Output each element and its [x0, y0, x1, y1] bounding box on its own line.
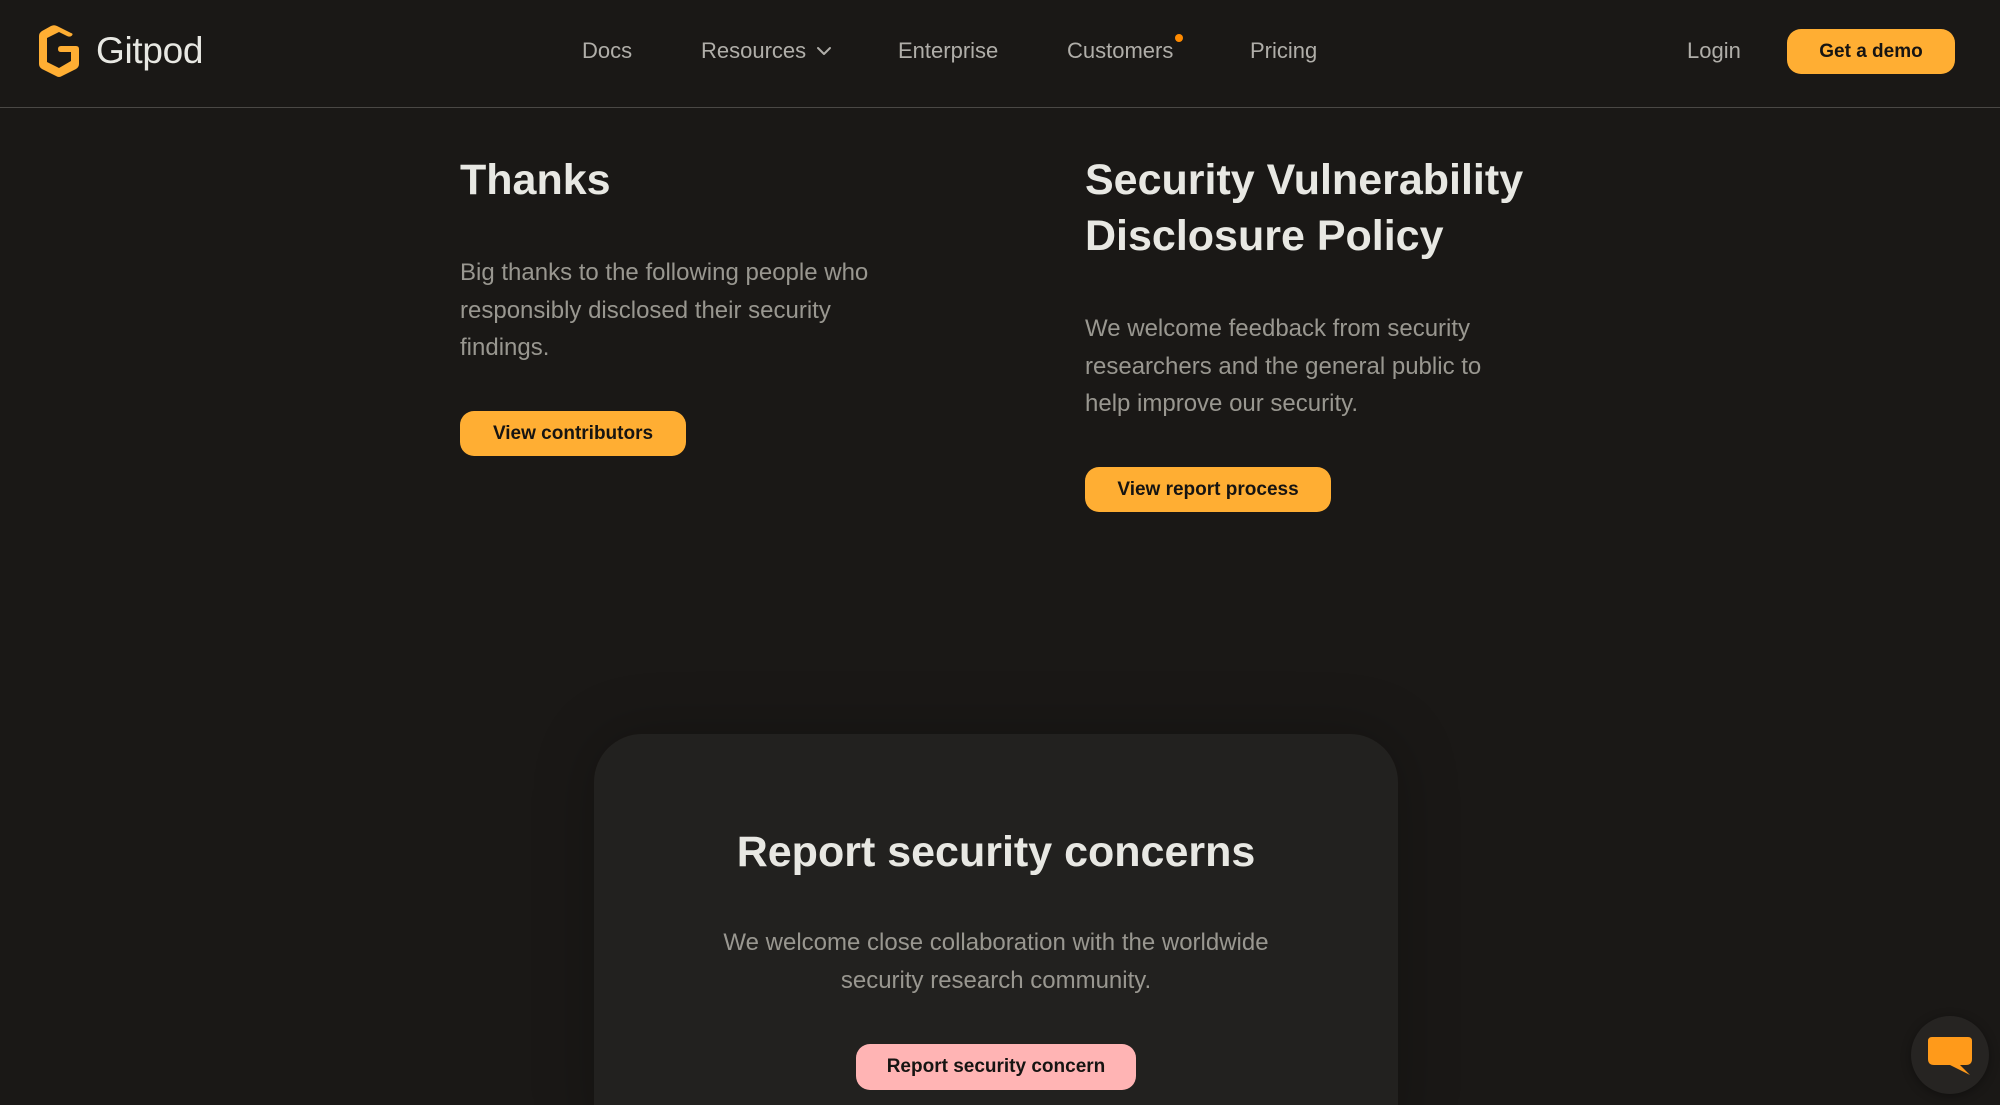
logo-text: Gitpod — [96, 30, 204, 71]
notification-dot — [1175, 34, 1184, 42]
view-contributors-button[interactable]: View contributors — [460, 411, 686, 456]
policy-text: We welcome feedback from security resear… — [1085, 315, 1482, 417]
report-security-concern-button[interactable]: Report security concern — [856, 1044, 1136, 1090]
policy-title-line2: Disclosure Policy — [1085, 212, 1444, 260]
policy-title: Security Vulnerability Disclosure Policy — [1085, 152, 1605, 264]
thanks-title: Thanks — [460, 156, 611, 204]
chat-launcher[interactable] — [1911, 1016, 1989, 1094]
report-card: Report security concerns We welcome clos… — [594, 734, 1398, 1105]
report-title: Report security concerns — [736, 828, 1256, 876]
view-report-process-button[interactable]: View report process — [1085, 467, 1331, 512]
nav-resources-label: Resources — [701, 38, 807, 63]
login-link[interactable]: Login — [1687, 36, 1741, 66]
nav-docs[interactable]: Docs — [582, 36, 632, 66]
chat-bubble-icon — [1926, 1033, 1974, 1077]
nav-resources[interactable]: Resources — [701, 36, 832, 66]
nav-customers-label-wrap: Customers — [1067, 34, 1184, 66]
gitpod-logo-link[interactable]: Gitpod — [34, 22, 204, 80]
get-demo-button[interactable]: Get a demo — [1787, 29, 1955, 74]
policy-title-line1: Security Vulnerability — [1085, 156, 1524, 204]
site-header: Gitpod Docs Resources Enterprise Custome… — [0, 0, 2000, 108]
report-text: We welcome close collaboration with the … — [723, 929, 1269, 994]
gitpod-logo-icon — [34, 22, 86, 80]
thanks-text: Big thanks to the following people who r… — [460, 259, 869, 361]
page: Gitpod Docs Resources Enterprise Custome… — [0, 0, 2000, 1105]
nav-customers-label: Customers — [1067, 38, 1174, 63]
nav-enterprise[interactable]: Enterprise — [898, 36, 998, 66]
chevron-down-icon — [816, 43, 832, 59]
nav-pricing[interactable]: Pricing — [1250, 36, 1317, 66]
nav-customers[interactable]: Customers — [1067, 34, 1184, 66]
